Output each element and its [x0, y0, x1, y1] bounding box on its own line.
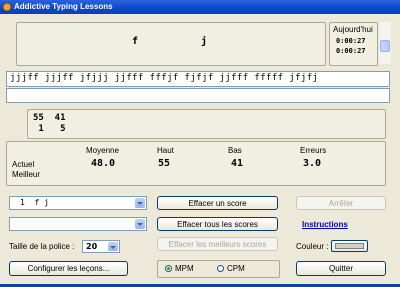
- chevron-down-icon[interactable]: [135, 198, 145, 208]
- font-size-select[interactable]: 20: [82, 240, 120, 253]
- mpm-label: MPM: [175, 264, 194, 273]
- chevron-down-icon[interactable]: [108, 242, 118, 251]
- stat-haut: 55: [158, 158, 171, 169]
- header-haut: Haut: [157, 146, 174, 155]
- row-label-meilleur: Meilleur: [12, 170, 41, 179]
- stats-panel: [6, 141, 386, 186]
- cpm-radio[interactable]: [217, 265, 224, 272]
- clear-best-scores-button[interactable]: Effacer les meilleurs scores: [157, 237, 278, 251]
- mpm-radio[interactable]: [165, 265, 172, 272]
- quit-button[interactable]: Quitter: [296, 261, 386, 276]
- header-erreurs: Erreurs: [300, 146, 327, 155]
- mini-stats-panel: [27, 109, 386, 139]
- prompt-left-key: f: [132, 36, 139, 47]
- mini-stats-row-1: 55 41: [33, 113, 66, 123]
- stat-moyenne: 48.0: [91, 158, 116, 169]
- title-bar[interactable]: Addictive Typing Lessons: [0, 0, 400, 14]
- stat-bas: 41: [231, 158, 244, 169]
- second-select[interactable]: [9, 217, 147, 231]
- today-time-1: 0:00:27: [336, 37, 366, 45]
- font-size-value: 20: [86, 242, 98, 251]
- stop-button[interactable]: Arrêter: [296, 196, 386, 210]
- prompt-right-key: j: [201, 36, 208, 47]
- instructions-link[interactable]: Instructions: [302, 220, 348, 229]
- stat-erreurs: 3.0: [303, 158, 322, 169]
- configure-lessons-button[interactable]: Configurer les leçons...: [9, 261, 128, 276]
- lesson-text-box: jjjff jjjff jfjjj jjfff fffjf fjfjf jjff…: [6, 71, 390, 87]
- window-title: Addictive Typing Lessons: [14, 2, 113, 11]
- font-size-label: Taille de la police :: [9, 242, 75, 251]
- lesson-select-value: 1 f j: [20, 198, 49, 207]
- lesson-select[interactable]: 1 f j: [9, 196, 147, 210]
- typing-input[interactable]: [6, 88, 390, 103]
- app-window: Addictive Typing Lessons f j Aujourd'hui…: [0, 0, 400, 287]
- color-swatch[interactable]: [331, 240, 368, 252]
- chevron-down-icon[interactable]: [135, 219, 145, 229]
- today-label: Aujourd'hui: [333, 25, 373, 34]
- vertical-scrollbar[interactable]: [379, 22, 391, 64]
- clear-all-scores-button[interactable]: Effacer tous les scores: [157, 217, 278, 231]
- mini-stats-row-2: 1 5: [33, 124, 66, 134]
- header-bas: Bas: [228, 146, 242, 155]
- header-moyenne: Moyenne: [86, 146, 119, 155]
- color-label: Couleur :: [296, 242, 329, 251]
- scrollbar-thumb[interactable]: [380, 40, 390, 52]
- key-prompt-panel: [16, 22, 326, 66]
- lesson-text: jjjff jjjff jfjjj jjfff fffjf fjfjf jjff…: [10, 73, 319, 83]
- today-time-2: 0:00:27: [336, 47, 366, 55]
- row-label-actuel: Actuel: [12, 160, 35, 169]
- clear-score-button[interactable]: Effacer un score: [157, 196, 278, 210]
- cpm-label: CPM: [227, 264, 245, 273]
- app-icon: [2, 2, 12, 12]
